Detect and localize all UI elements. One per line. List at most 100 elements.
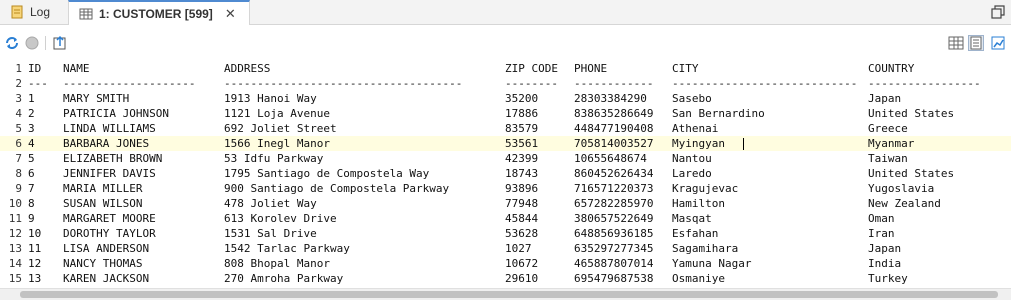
- table-cell[interactable]: 657282285970: [574, 196, 653, 211]
- table-cell[interactable]: Oman: [868, 211, 895, 226]
- table-cell[interactable]: Yamuna Nagar: [672, 256, 751, 271]
- table-row[interactable]: 7 5 ELIZABETH BROWN 53 Idfu Parkway 42399 106…: [0, 151, 1011, 166]
- text-view-icon[interactable]: [968, 35, 984, 51]
- table-cell[interactable]: 45844: [505, 211, 538, 226]
- tab-log[interactable]: Log: [4, 0, 58, 24]
- table-cell[interactable]: Yugoslavia: [868, 181, 934, 196]
- table-cell[interactable]: 860452626434: [574, 166, 653, 181]
- table-cell[interactable]: 808 Bhopal Manor: [224, 256, 330, 271]
- table-cell[interactable]: Athenai: [672, 121, 718, 136]
- table-cell[interactable]: 2: [28, 106, 35, 121]
- table-cell[interactable]: 1913 Hanoi Way: [224, 91, 317, 106]
- table-cell[interactable]: 1121 Loja Avenue: [224, 106, 330, 121]
- table-cell[interactable]: Laredo: [672, 166, 712, 181]
- table-cell[interactable]: Iran: [868, 226, 895, 241]
- table-cell[interactable]: 29610: [505, 271, 538, 286]
- results-text-grid[interactable]: 1 ID NAME ADDRESS ZIP CODE PHONE CITY COUNTRY 2-…: [0, 60, 1011, 286]
- table-row[interactable]: 13 11 LISA ANDERSON 1542 Tarlac Parkway 1027…: [0, 241, 1011, 256]
- table-cell[interactable]: Japan: [868, 91, 901, 106]
- table-cell[interactable]: 4: [28, 136, 35, 151]
- stop-icon[interactable]: [24, 35, 40, 51]
- table-cell[interactable]: 11: [28, 241, 41, 256]
- table-cell[interactable]: KAREN JACKSON: [63, 271, 149, 286]
- table-cell[interactable]: 6: [28, 166, 35, 181]
- table-cell[interactable]: 448477190408: [574, 121, 653, 136]
- table-cell[interactable]: MARGARET MOORE: [63, 211, 156, 226]
- table-cell[interactable]: 53 Idfu Parkway: [224, 151, 323, 166]
- table-cell[interactable]: 13: [28, 271, 41, 286]
- table-row[interactable]: 4 2 PATRICIA JOHNSON 1121 Loja Avenue 17886 8…: [0, 106, 1011, 121]
- table-cell[interactable]: 77948: [505, 196, 538, 211]
- table-row[interactable]: 3 1 MARY SMITH 1913 Hanoi Way 35200 283033842…: [0, 91, 1011, 106]
- table-cell[interactable]: 9: [28, 211, 35, 226]
- table-cell[interactable]: Nantou: [672, 151, 712, 166]
- table-cell[interactable]: 380657522649: [574, 211, 653, 226]
- table-cell[interactable]: 5: [28, 151, 35, 166]
- grid-view-icon[interactable]: [948, 35, 964, 51]
- table-cell[interactable]: 83579: [505, 121, 538, 136]
- table-row[interactable]: 6 4 BARBARA JONES 1566 Inegl Manor 53561 7058…: [0, 136, 1011, 151]
- table-cell[interactable]: 10: [28, 226, 41, 241]
- table-cell[interactable]: Greece: [868, 121, 908, 136]
- table-cell[interactable]: 716571220373: [574, 181, 653, 196]
- table-cell[interactable]: 93896: [505, 181, 538, 196]
- chart-view-icon[interactable]: [990, 35, 1006, 51]
- horizontal-scrollbar[interactable]: [0, 288, 1011, 300]
- table-cell[interactable]: 270 Amroha Parkway: [224, 271, 343, 286]
- table-cell[interactable]: SUSAN WILSON: [63, 196, 142, 211]
- table-cell[interactable]: 465887807014: [574, 256, 653, 271]
- table-cell[interactable]: Kragujevac: [672, 181, 738, 196]
- table-row[interactable]: 11 9 MARGARET MOORE 613 Korolev Drive 45844 3…: [0, 211, 1011, 226]
- table-cell[interactable]: LINDA WILLIAMS: [63, 121, 156, 136]
- table-row[interactable]: 14 12 NANCY THOMAS 808 Bhopal Manor 10672 465…: [0, 256, 1011, 271]
- table-cell[interactable]: 613 Korolev Drive: [224, 211, 337, 226]
- table-row[interactable]: 12 10 DOROTHY TAYLOR 1531 Sal Drive 53628 648…: [0, 226, 1011, 241]
- table-cell[interactable]: 1027: [505, 241, 532, 256]
- table-cell[interactable]: United States: [868, 106, 954, 121]
- table-cell[interactable]: 1795 Santiago de Compostela Way: [224, 166, 429, 181]
- close-icon[interactable]: ✕: [225, 6, 236, 22]
- table-cell[interactable]: Japan: [868, 241, 901, 256]
- table-cell[interactable]: 1531 Sal Drive: [224, 226, 317, 241]
- table-cell[interactable]: 3: [28, 121, 35, 136]
- table-cell[interactable]: 18743: [505, 166, 538, 181]
- table-cell[interactable]: Myanmar: [868, 136, 914, 151]
- table-cell[interactable]: United States: [868, 166, 954, 181]
- table-cell[interactable]: MARY SMITH: [63, 91, 129, 106]
- table-cell[interactable]: 53561: [505, 136, 538, 151]
- refresh-icon[interactable]: [4, 35, 20, 51]
- table-cell[interactable]: 1542 Tarlac Parkway: [224, 241, 350, 256]
- table-cell[interactable]: MARIA MILLER: [63, 181, 142, 196]
- table-cell[interactable]: Myingyan: [672, 136, 725, 151]
- table-cell[interactable]: 53628: [505, 226, 538, 241]
- table-row[interactable]: 9 7 MARIA MILLER 900 Santiago de Compostela…: [0, 181, 1011, 196]
- table-cell[interactable]: 692 Joliet Street: [224, 121, 337, 136]
- table-cell[interactable]: 478 Joliet Way: [224, 196, 317, 211]
- table-cell[interactable]: Taiwan: [868, 151, 908, 166]
- table-cell[interactable]: 1566 Inegl Manor: [224, 136, 330, 151]
- table-cell[interactable]: LISA ANDERSON: [63, 241, 149, 256]
- table-cell[interactable]: Sagamihara: [672, 241, 738, 256]
- scrollbar-thumb[interactable]: [20, 291, 998, 298]
- table-cell[interactable]: 705814003527: [574, 136, 653, 151]
- table-cell[interactable]: 10672: [505, 256, 538, 271]
- table-cell[interactable]: ELIZABETH BROWN: [63, 151, 162, 166]
- table-row[interactable]: 15 13 KAREN JACKSON 270 Amroha Parkway 29610…: [0, 271, 1011, 286]
- table-cell[interactable]: Osmaniye: [672, 271, 725, 286]
- table-cell[interactable]: India: [868, 256, 901, 271]
- table-cell[interactable]: Masqat: [672, 211, 712, 226]
- table-row[interactable]: 10 8 SUSAN WILSON 478 Joliet Way 77948 657282…: [0, 196, 1011, 211]
- tab-customer[interactable]: 1: CUSTOMER [599] ✕: [68, 0, 250, 25]
- table-cell[interactable]: DOROTHY TAYLOR: [63, 226, 156, 241]
- table-cell[interactable]: PATRICIA JOHNSON: [63, 106, 169, 121]
- table-cell[interactable]: 7: [28, 181, 35, 196]
- table-cell[interactable]: 8: [28, 196, 35, 211]
- table-cell[interactable]: 648856936185: [574, 226, 653, 241]
- table-cell[interactable]: NANCY THOMAS: [63, 256, 142, 271]
- table-cell[interactable]: New Zealand: [868, 196, 941, 211]
- table-cell[interactable]: BARBARA JONES: [63, 136, 149, 151]
- table-row[interactable]: 8 6 JENNIFER DAVIS 1795 Santiago de Compost…: [0, 166, 1011, 181]
- table-row[interactable]: 5 3 LINDA WILLIAMS 692 Joliet Street 83579 44…: [0, 121, 1011, 136]
- table-cell[interactable]: 12: [28, 256, 41, 271]
- table-cell[interactable]: 838635286649: [574, 106, 653, 121]
